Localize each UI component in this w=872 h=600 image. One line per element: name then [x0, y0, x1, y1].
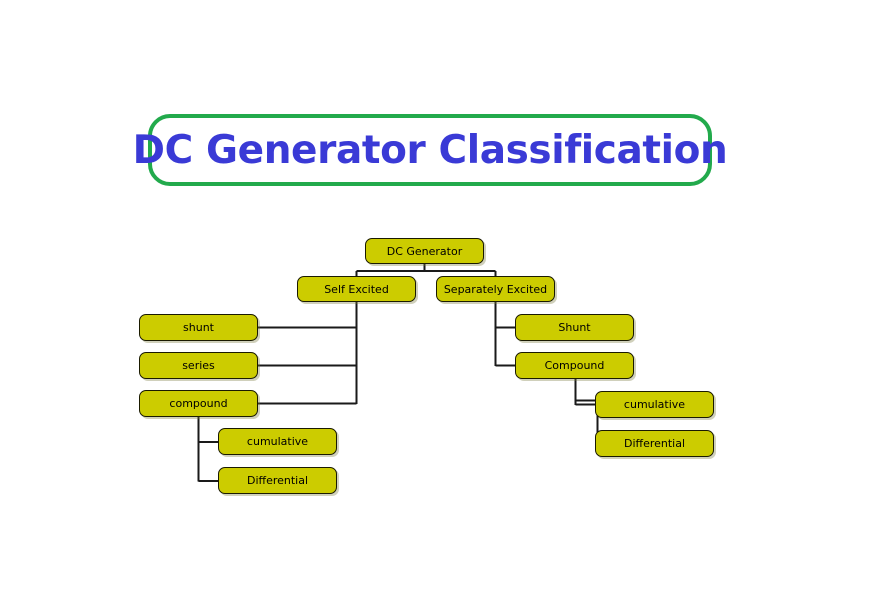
node-self-compound[interactable]: compound: [139, 390, 258, 417]
node-dc-generator[interactable]: DC Generator: [365, 238, 484, 264]
slide-canvas: DC Generator Classification DC Generator…: [0, 0, 872, 600]
connector-lines: [197, 264, 599, 482]
title-banner: DC Generator Classification: [133, 114, 728, 186]
node-self-compound-differential[interactable]: Differential: [218, 467, 337, 494]
node-separately-compound-differential[interactable]: Differential: [595, 430, 714, 457]
node-separately-compound[interactable]: Compound: [515, 352, 634, 379]
page-title: DC Generator Classification: [132, 127, 728, 173]
node-separately-shunt[interactable]: Shunt: [515, 314, 634, 341]
node-separately-compound-cumulative[interactable]: cumulative: [595, 391, 714, 418]
node-self-shunt[interactable]: shunt: [139, 314, 258, 341]
node-self-excited[interactable]: Self Excited: [297, 276, 416, 302]
node-self-compound-cumulative[interactable]: cumulative: [218, 428, 337, 455]
node-separately-excited[interactable]: Separately Excited: [436, 276, 555, 302]
node-self-series[interactable]: series: [139, 352, 258, 379]
